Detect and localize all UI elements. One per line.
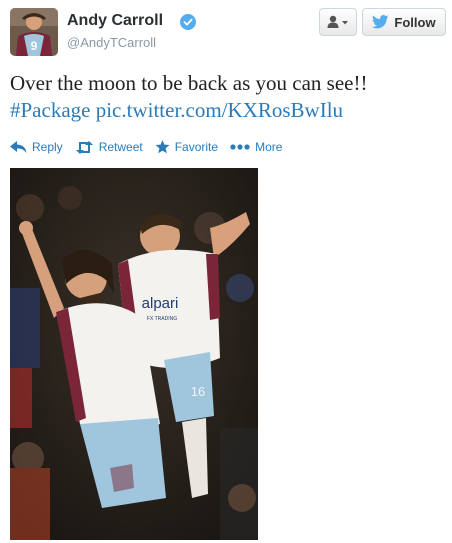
tweet-body: Over the moon to be back as you can see!… bbox=[10, 71, 368, 95]
hashtag-link[interactable]: #Package bbox=[10, 98, 90, 122]
tweet-photo[interactable]: alpari FX TRADING 16 bbox=[10, 168, 258, 540]
display-name[interactable]: Andy Carroll bbox=[67, 12, 163, 30]
user-handle[interactable]: @AndyTCarroll bbox=[67, 35, 156, 50]
more-button[interactable]: More bbox=[230, 140, 282, 154]
retweet-icon bbox=[75, 140, 93, 154]
user-icon bbox=[327, 15, 348, 28]
verified-badge-icon bbox=[180, 14, 196, 30]
tweet-header: 9 Andy Carroll @AndyTCarroll Follow bbox=[0, 0, 452, 62]
photo-shirt-sponsor: alpari bbox=[142, 295, 179, 312]
favorite-button[interactable]: Favorite bbox=[155, 140, 218, 154]
reply-button[interactable]: Reply bbox=[10, 140, 63, 154]
user-actions-button[interactable] bbox=[319, 8, 357, 36]
tweet-text: Over the moon to be back as you can see!… bbox=[10, 70, 442, 124]
photo-shirt-sponsor-sub: FX TRADING bbox=[147, 316, 177, 322]
reply-icon bbox=[10, 141, 27, 153]
photo-shirt-number: 16 bbox=[191, 384, 205, 399]
more-label: More bbox=[255, 140, 283, 154]
follow-label: Follow bbox=[394, 14, 436, 30]
retweet-button[interactable]: Retweet bbox=[75, 140, 143, 154]
avatar[interactable]: 9 bbox=[10, 8, 58, 56]
reply-label: Reply bbox=[32, 140, 63, 154]
more-dots-icon bbox=[230, 144, 250, 150]
follow-button[interactable]: Follow bbox=[362, 8, 446, 36]
photo-illustration: alpari FX TRADING 16 bbox=[10, 168, 258, 540]
favorite-label: Favorite bbox=[174, 140, 219, 154]
media-link[interactable]: pic.twitter.com/KXRosBwIlu bbox=[96, 98, 343, 122]
tweet-actions: Reply Retweet Favorite More bbox=[10, 138, 294, 156]
avatar-shirt-number: 9 bbox=[31, 39, 38, 53]
retweet-label: Retweet bbox=[98, 140, 143, 154]
star-icon bbox=[155, 140, 170, 154]
caret-down-icon bbox=[342, 21, 348, 25]
bird-icon bbox=[372, 15, 390, 29]
